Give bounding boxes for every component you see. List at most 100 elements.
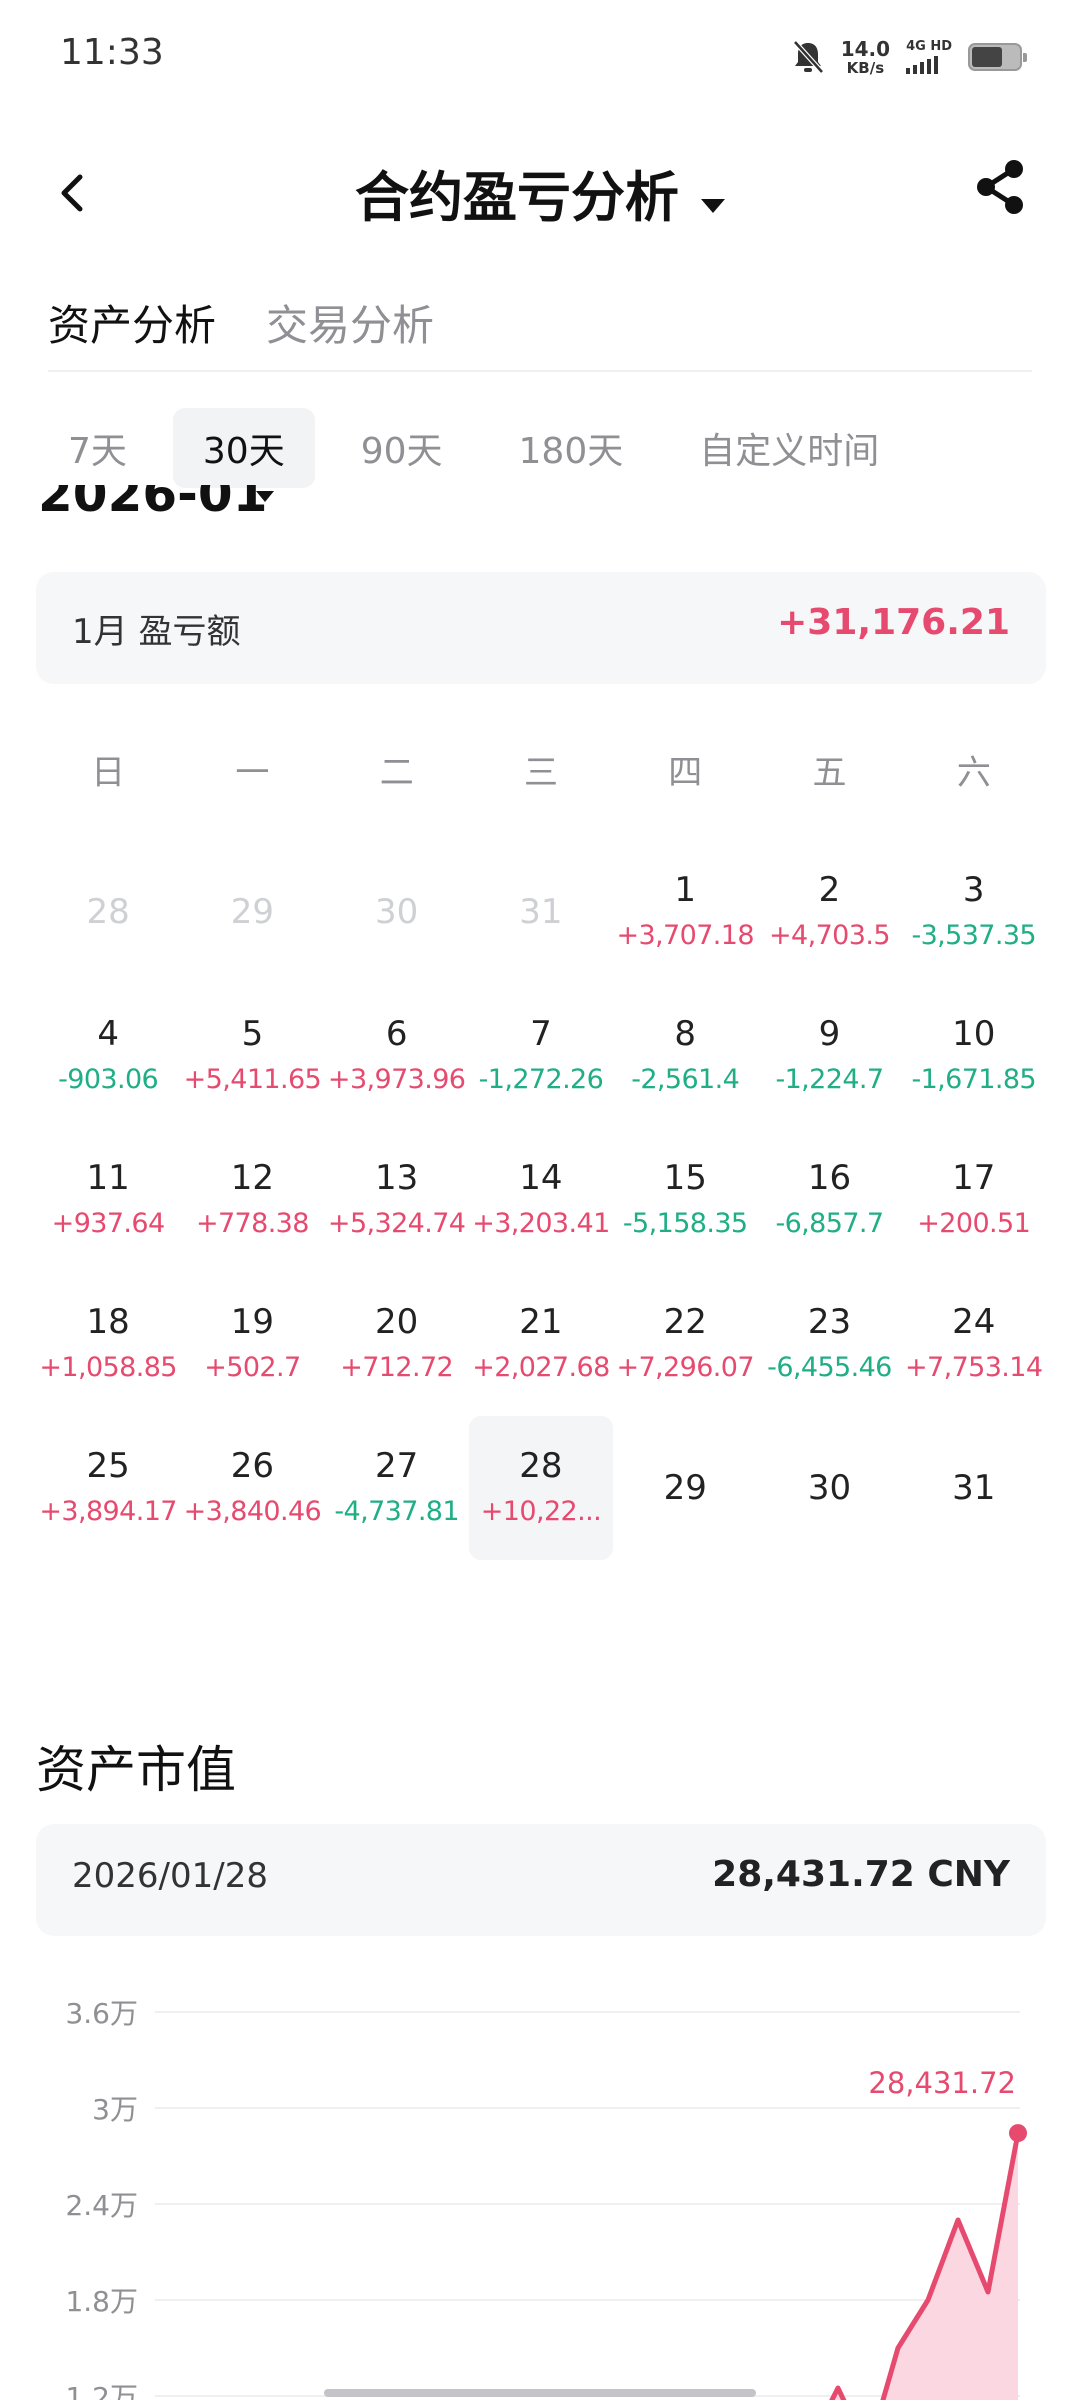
calendar-day[interactable]: 13 +5,324.74 (325, 1128, 469, 1272)
calendar-day[interactable]: 17 +200.51 (902, 1128, 1046, 1272)
day-pnl: +7,753.14 (904, 1352, 1043, 1383)
range-custom-button[interactable]: 自定义时间 (669, 408, 909, 488)
title-dropdown[interactable]: 合约盈亏分析 (0, 153, 1080, 232)
share-icon (977, 160, 1023, 214)
day-pnl: -1,272.26 (478, 1064, 604, 1095)
day-number: 7 (530, 1014, 552, 1054)
day-pnl: +3,203.41 (472, 1208, 610, 1239)
day-number: 27 (375, 1446, 419, 1486)
day-pnl: +5,324.74 (327, 1208, 466, 1239)
y-tick-label: 3.6万 (65, 1997, 138, 2030)
day-number: 14 (519, 1158, 563, 1198)
share-button[interactable] (970, 155, 1030, 219)
calendar-day[interactable]: 9 -1,224.7 (757, 984, 901, 1128)
last-point-label: 28,431.72 (868, 2066, 1016, 2100)
weekday-label: 一 (235, 753, 270, 793)
calendar-day[interactable]: 11 +937.64 (36, 1128, 180, 1272)
range-180d-button[interactable]: 180天 (489, 408, 654, 488)
asset-section-title: 资产市值 (36, 1741, 236, 1799)
calendar-day[interactable]: 26 +3,840.46 (180, 1416, 324, 1560)
calendar-day[interactable]: 25 +3,894.17 (36, 1416, 180, 1560)
day-pnl: +7,296.07 (616, 1352, 754, 1383)
calendar-day: 30 (325, 840, 469, 984)
network-indicator: 4G HD (906, 40, 952, 74)
day-pnl: +1,058.85 (39, 1352, 177, 1383)
calendar-day[interactable]: 7 -1,272.26 (469, 984, 613, 1128)
calendar-day[interactable]: 12 +778.38 (180, 1128, 324, 1272)
status-bar: 11:33 14.0 KB/s 4G HD (0, 0, 1080, 110)
network-type: 4G HD (906, 39, 952, 54)
tab-asset-analysis[interactable]: 资产分析 (48, 292, 216, 353)
status-icons: 14.0 KB/s 4G HD (791, 34, 1027, 80)
calendar-day[interactable]: 1 +3,707.18 (613, 840, 757, 984)
calendar-day[interactable]: 5 +5,411.65 (180, 984, 324, 1128)
range-30d-button[interactable]: 30天 (172, 408, 315, 488)
day-number: 30 (807, 1468, 852, 1508)
day-pnl: +502.7 (204, 1352, 301, 1383)
day-number: 15 (663, 1158, 707, 1198)
calendar-day[interactable]: 14 +3,203.41 (469, 1128, 613, 1272)
time-range-selector: 7天 30天 90天 180天 自定义时间 (38, 408, 909, 488)
calendar-day[interactable]: 19 +502.7 (180, 1272, 324, 1416)
battery-icon (968, 43, 1027, 71)
weekday-label: 六 (956, 753, 991, 793)
calendar-day[interactable]: 16 -6,857.7 (757, 1128, 901, 1272)
calendar-day[interactable]: 29 (613, 1416, 757, 1560)
range-7d-button[interactable]: 7天 (38, 408, 157, 488)
calendar-day[interactable]: 20 +712.72 (325, 1272, 469, 1416)
day-pnl: +3,707.18 (616, 920, 754, 951)
range-90d-button[interactable]: 90天 (331, 408, 473, 488)
calendar-day[interactable]: 8 -2,561.4 (613, 984, 757, 1128)
day-pnl: -6,857.7 (775, 1208, 884, 1239)
day-pnl: -1,224.7 (775, 1064, 884, 1095)
day-pnl: +712.72 (340, 1352, 454, 1383)
day-pnl: -2,561.4 (631, 1064, 740, 1095)
calendar-day[interactable]: 4 -903.06 (36, 984, 180, 1128)
series-area (832, 2133, 1018, 2400)
calendar-day[interactable]: 30 (757, 1416, 901, 1560)
home-indicator[interactable] (324, 2389, 756, 2397)
calendar-day[interactable]: 21 +2,027.68 (469, 1272, 613, 1416)
day-number: 24 (952, 1302, 996, 1342)
day-pnl: -903.06 (58, 1064, 159, 1095)
day-pnl: -3,537.35 (911, 920, 1037, 951)
calendar-day[interactable]: 23 -6,455.46 (757, 1272, 901, 1416)
day-pnl: +5,411.65 (183, 1064, 322, 1095)
calendar-day[interactable]: 18 +1,058.85 (36, 1272, 180, 1416)
weekday-label: 五 (812, 753, 847, 793)
calendar-day[interactable]: 22 +7,296.07 (613, 1272, 757, 1416)
monthly-pnl-value: +31,176.21 (777, 602, 1010, 643)
day-number: 3 (962, 870, 985, 910)
calendar-day[interactable]: 2 +4,703.5 (757, 840, 901, 984)
day-number: 31 (952, 1468, 996, 1508)
day-number: 25 (86, 1446, 130, 1486)
calendar-day[interactable]: 10 -1,671.85 (902, 984, 1046, 1128)
y-tick-label: 2.4万 (65, 2189, 138, 2222)
tab-trade-analysis[interactable]: 交易分析 (266, 292, 434, 353)
weekday-label: 四 (668, 753, 703, 793)
net-speed-value: 14.0 (840, 36, 891, 61)
month-selector[interactable]: 2026-01 (38, 485, 338, 525)
calendar-day[interactable]: 31 (902, 1416, 1046, 1560)
day-number: 1 (674, 870, 697, 910)
top-app-bar: 合约盈亏分析 (0, 135, 1080, 245)
day-pnl: -6,455.46 (767, 1352, 892, 1383)
day-number: 28 (519, 1446, 563, 1486)
calendar-day[interactable]: 27 -4,737.81 (325, 1416, 469, 1560)
day-number: 9 (818, 1014, 841, 1054)
day-number: 22 (663, 1302, 707, 1342)
day-pnl: +200.51 (917, 1208, 1031, 1239)
last-point-marker[interactable] (1009, 2124, 1027, 2143)
asset-value: 28,431.72 CNY (712, 1854, 1010, 1895)
calendar-day[interactable]: 24 +7,753.14 (902, 1272, 1046, 1416)
asset-value-card: 2026/01/28 28,431.72 CNY (36, 1824, 1046, 1936)
calendar-day[interactable]: 3 -3,537.35 (902, 840, 1046, 984)
day-number: 29 (663, 1468, 707, 1508)
calendar-day: 29 (180, 840, 324, 984)
calendar-day[interactable]: 15 -5,158.35 (613, 1128, 757, 1272)
day-number: 21 (519, 1302, 563, 1342)
y-tick-label: 1.2万 (65, 2381, 138, 2400)
calendar-day[interactable]: 6 +3,973.96 (325, 984, 469, 1128)
calendar-day-today[interactable]: 28 +10,22... (468, 1416, 614, 1560)
day-number: 10 (952, 1014, 996, 1054)
